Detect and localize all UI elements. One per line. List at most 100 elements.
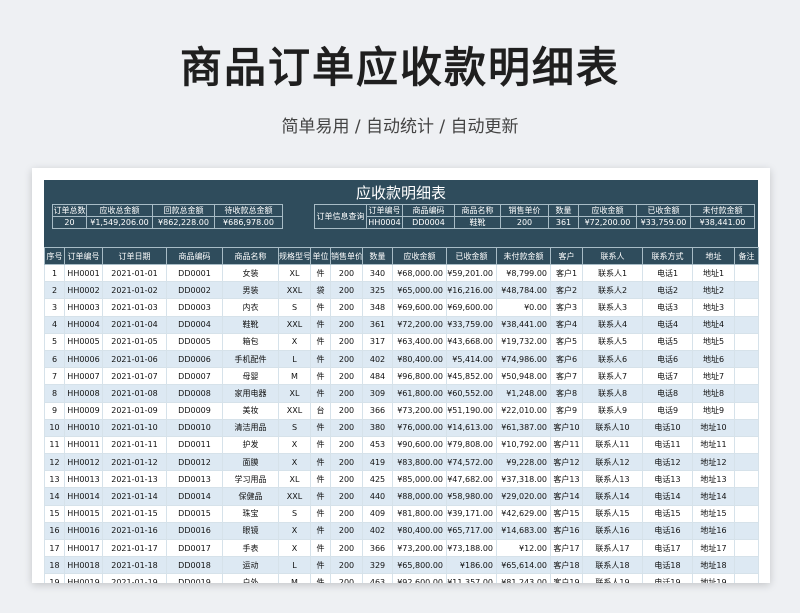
table-row[interactable]: 18 HH0018 2021-01-18 DD0018 运动 L 件 200 329 ¥65,80… (44, 556, 759, 575)
table-cell[interactable]: 419 (362, 453, 393, 472)
table-cell[interactable]: M (278, 573, 311, 583)
table-cell[interactable]: 340 (362, 263, 393, 283)
table-cell[interactable]: 电话8 (642, 384, 693, 403)
table-cell[interactable]: 361 (362, 315, 393, 334)
table-cell[interactable]: 200 (330, 470, 363, 489)
table-cell[interactable]: DD0002 (166, 281, 223, 300)
table-row[interactable]: 4 HH0004 2021-01-04 DD0004 鞋靴 XXL 件 200 361 ¥72,2… (44, 315, 759, 334)
table-cell[interactable]: 件 (310, 521, 331, 541)
table-row[interactable]: 5 HH0005 2021-01-05 DD0005 箱包 X 件 200 317 ¥63,400… (44, 332, 759, 351)
table-cell[interactable]: ¥79,808.00 (446, 435, 497, 455)
table-cell[interactable]: DD0003 (166, 298, 223, 317)
table-cell[interactable]: 329 (362, 556, 393, 575)
table-cell[interactable]: HH0009 (64, 401, 103, 420)
table-cell[interactable]: 女装 (222, 263, 279, 283)
table-cell[interactable]: 2021-01-16 (102, 521, 167, 541)
table-cell[interactable]: DD0011 (166, 435, 223, 455)
column-header[interactable]: 联系人 (582, 247, 643, 265)
table-cell[interactable]: 联系人19 (582, 573, 643, 583)
table-cell[interactable]: 地址18 (692, 556, 735, 575)
table-cell[interactable]: 客户6 (550, 349, 583, 369)
table-cell[interactable]: ¥47,682.00 (446, 470, 497, 489)
table-row[interactable]: 19 HH0019 2021-01-19 DD0019 户外 M 件 200 463 ¥92,60… (44, 573, 759, 583)
table-cell[interactable]: 地址15 (692, 504, 735, 523)
table-cell[interactable]: 地址9 (692, 401, 735, 420)
table-cell[interactable]: 地址7 (692, 367, 735, 386)
table-cell[interactable]: 联系人2 (582, 281, 643, 300)
table-cell[interactable]: 380 (362, 418, 393, 437)
table-cell[interactable]: 地址14 (692, 487, 735, 506)
table-cell[interactable]: 200 (330, 435, 363, 455)
table-cell[interactable]: 学习用品 (222, 470, 279, 489)
table-cell[interactable]: ¥16,216.00 (446, 281, 497, 300)
table-cell[interactable]: DD0001 (166, 263, 223, 283)
table-cell[interactable]: HH0008 (64, 384, 103, 403)
table-cell[interactable]: 地址11 (692, 435, 735, 455)
table-row[interactable]: 8 HH0008 2021-01-08 DD0008 家用电器 XL 件 200 309 ¥61,… (44, 384, 759, 403)
table-cell[interactable]: ¥186.00 (446, 556, 497, 575)
table-row[interactable]: 2 HH0002 2021-01-02 DD0002 男装 XXL 袋 200 325 ¥65,0… (44, 281, 759, 300)
table-cell[interactable]: 件 (310, 435, 331, 455)
table-cell[interactable]: ¥63,400.00 (392, 332, 447, 351)
table-cell[interactable]: ¥8,799.00 (496, 263, 551, 283)
table-cell[interactable]: ¥10,792.00 (496, 435, 551, 455)
table-cell[interactable] (734, 349, 759, 369)
table-cell[interactable]: ¥65,717.00 (446, 521, 497, 541)
table-cell[interactable]: ¥68,000.00 (392, 263, 447, 283)
column-header[interactable]: 单位 (310, 247, 331, 265)
query-value[interactable]: 鞋靴 (454, 216, 501, 229)
table-cell[interactable]: 200 (330, 521, 363, 541)
table-cell[interactable]: 家用电器 (222, 384, 279, 403)
table-cell[interactable]: 7 (44, 367, 65, 386)
column-header[interactable]: 客户 (550, 247, 583, 265)
table-cell[interactable] (734, 435, 759, 455)
table-cell[interactable]: 2021-01-02 (102, 281, 167, 300)
table-cell[interactable]: 台 (310, 401, 331, 420)
table-cell[interactable]: ¥69,600.00 (392, 298, 447, 317)
table-cell[interactable]: 联系人6 (582, 349, 643, 369)
table-cell[interactable]: ¥83,800.00 (392, 453, 447, 472)
table-cell[interactable]: 件 (310, 315, 331, 334)
table-cell[interactable]: HH0018 (64, 556, 103, 575)
column-header[interactable]: 商品名称 (222, 247, 279, 265)
table-cell[interactable]: 美妆 (222, 401, 279, 420)
table-cell[interactable] (734, 315, 759, 334)
table-cell[interactable]: XL (278, 470, 311, 489)
table-cell[interactable]: 客户18 (550, 556, 583, 575)
table-cell[interactable]: 鞋靴 (222, 315, 279, 334)
table-cell[interactable]: 件 (310, 298, 331, 317)
table-cell[interactable]: 手表 (222, 538, 279, 558)
table-cell[interactable]: 2021-01-05 (102, 332, 167, 351)
table-cell[interactable]: 件 (310, 349, 331, 369)
table-cell[interactable]: 保健品 (222, 487, 279, 506)
table-cell[interactable]: ¥11,357.00 (446, 573, 497, 583)
table-cell[interactable]: 电话12 (642, 453, 693, 472)
table-cell[interactable]: 1 (44, 263, 65, 283)
table-cell[interactable]: ¥81,243.00 (496, 573, 551, 583)
table-cell[interactable]: X (278, 435, 311, 455)
table-cell[interactable]: 电话15 (642, 504, 693, 523)
table-cell[interactable]: 客户15 (550, 504, 583, 523)
table-cell[interactable]: 453 (362, 435, 393, 455)
table-cell[interactable]: 地址2 (692, 281, 735, 300)
table-cell[interactable]: L (278, 349, 311, 369)
table-cell[interactable]: 5 (44, 332, 65, 351)
table-cell[interactable]: 地址17 (692, 538, 735, 558)
table-cell[interactable]: 409 (362, 504, 393, 523)
table-row[interactable]: 11 HH0011 2021-01-11 DD0011 护发 X 件 200 453 ¥90,60… (44, 435, 759, 455)
table-cell[interactable]: 200 (330, 349, 363, 369)
table-cell[interactable]: 484 (362, 367, 393, 386)
table-cell[interactable]: 件 (310, 263, 331, 283)
table-cell[interactable]: HH0007 (64, 367, 103, 386)
table-cell[interactable]: 件 (310, 504, 331, 523)
table-cell[interactable]: ¥14,613.00 (446, 418, 497, 437)
table-cell[interactable]: 地址6 (692, 349, 735, 369)
table-cell[interactable] (734, 298, 759, 317)
table-cell[interactable]: DD0009 (166, 401, 223, 420)
table-cell[interactable]: 件 (310, 470, 331, 489)
table-row[interactable]: 1 HH0001 2021-01-01 DD0001 女装 XL 件 200 340 ¥68,00… (44, 263, 759, 283)
table-cell[interactable]: HH0001 (64, 263, 103, 283)
table-cell[interactable]: HH0010 (64, 418, 103, 437)
table-cell[interactable]: 6 (44, 349, 65, 369)
table-cell[interactable]: 客户8 (550, 384, 583, 403)
